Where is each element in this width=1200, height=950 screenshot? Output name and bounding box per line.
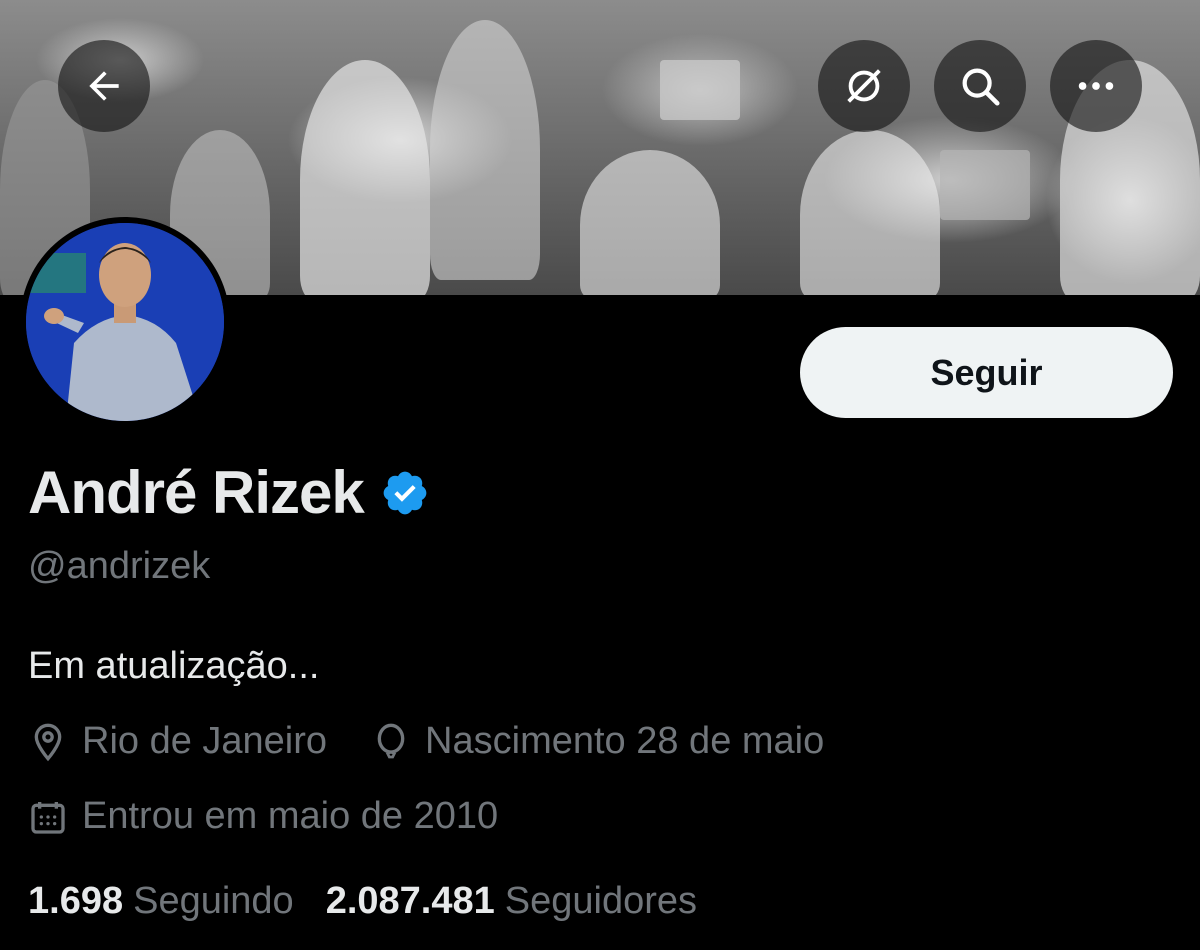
arrow-left-icon	[89, 71, 119, 101]
search-icon	[962, 68, 1000, 106]
meta-row-2: Entrou em maio de 2010	[28, 795, 498, 838]
more-icon	[1078, 82, 1114, 90]
verified-badge-icon[interactable]	[380, 468, 430, 518]
search-button[interactable]	[934, 40, 1026, 132]
display-name: André Rizek	[28, 459, 365, 526]
birthday-text: Nascimento 28 de maio	[425, 720, 825, 762]
bio: Em atualização...	[28, 645, 320, 687]
following-count: 1.698	[28, 880, 124, 922]
location-text: Rio de Janeiro	[82, 720, 328, 762]
mute-icon	[847, 69, 881, 103]
calendar-icon	[31, 801, 65, 834]
followers-link[interactable]: 2.087.481 Seguidores	[326, 880, 697, 923]
name-row: André Rizek	[28, 458, 430, 527]
avatar[interactable]	[20, 217, 230, 427]
joined-text: Entrou em maio de 2010	[82, 795, 499, 837]
joined: Entrou em maio de 2010	[28, 795, 498, 838]
balloon-icon	[377, 723, 405, 758]
following-label: Seguindo	[133, 880, 294, 922]
location-pin-icon	[34, 723, 62, 761]
followers-count: 2.087.481	[325, 880, 495, 922]
location: Rio de Janeiro	[28, 720, 327, 763]
birthday: Nascimento 28 de maio	[371, 720, 824, 763]
profile-page: Seguir André Rizek @andrizek Em atualiza…	[0, 0, 1200, 950]
mute-button[interactable]	[818, 40, 910, 132]
follow-stats: 1.698 Seguindo 2.087.481 Seguidores	[28, 880, 697, 923]
back-button[interactable]	[58, 40, 150, 132]
following-link[interactable]: 1.698 Seguindo	[28, 880, 294, 923]
follow-button[interactable]: Seguir	[800, 327, 1173, 418]
meta-row-1: Rio de Janeiro Nascimento 28 de maio	[28, 720, 824, 763]
handle: @andrizek	[28, 545, 211, 587]
more-button[interactable]	[1050, 40, 1142, 132]
followers-label: Seguidores	[504, 880, 697, 922]
avatar-image	[26, 223, 224, 421]
